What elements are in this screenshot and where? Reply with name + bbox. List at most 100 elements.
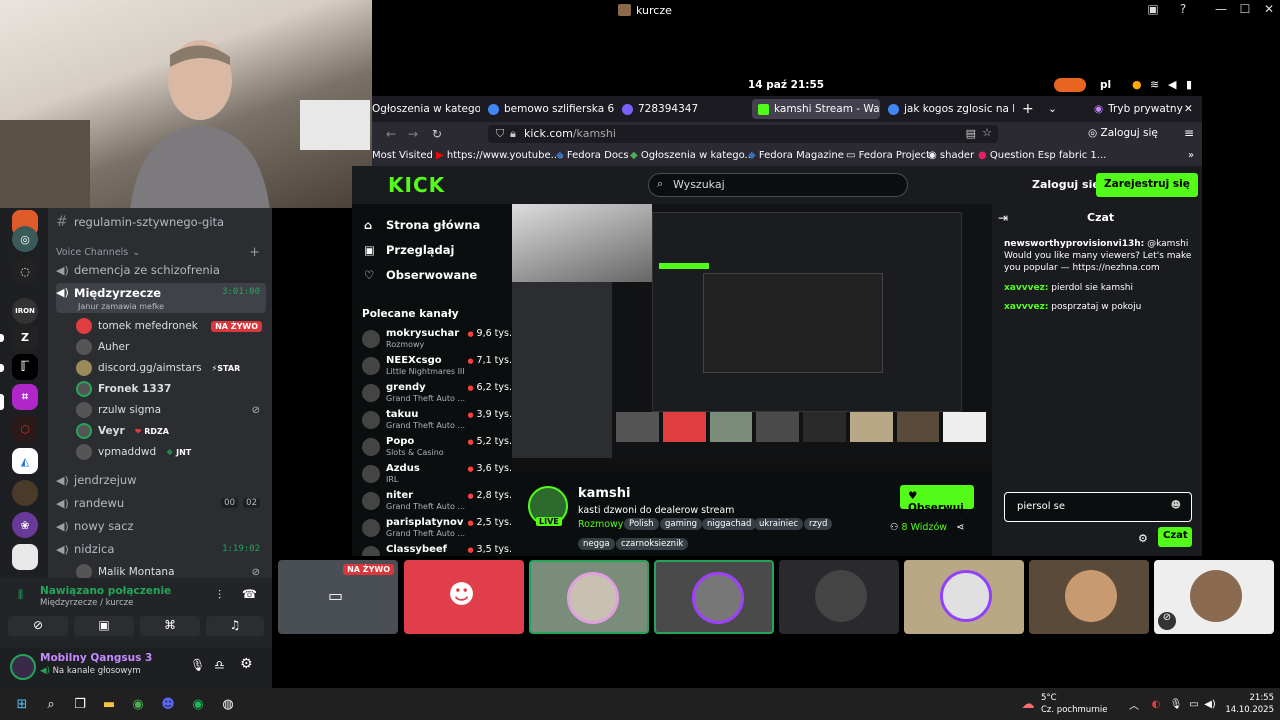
nav-following[interactable]: ♡ Obserwowane	[364, 268, 477, 282]
minimize-button[interactable]: —	[1210, 2, 1232, 16]
voice-user[interactable]: discord.gg/aimstars ⚡STAR	[76, 358, 266, 378]
account-button[interactable]: ◎ Zaloguj się	[1088, 127, 1158, 139]
tag[interactable]: niggachad	[702, 518, 757, 530]
tag[interactable]: ukrainiec	[754, 518, 804, 530]
voice-channel[interactable]: ◀) jendrzejuw	[56, 470, 266, 490]
connection-location[interactable]: Międzyrzecze / kurcze	[40, 598, 133, 608]
url-field[interactable]: ⛉ 🔒︎ kick.com/kamshi ▤ ☆	[488, 125, 998, 143]
stream-tile[interactable]: NA ŻYWO ▭	[278, 560, 398, 634]
bookmark-item[interactable]: ▭ Fedora Project	[846, 150, 930, 161]
bookmark-item[interactable]: ● Question Esp fabric 1...	[978, 150, 1106, 161]
wifi-icon[interactable]: ≋	[1150, 78, 1159, 91]
reload-icon[interactable]: ↻	[432, 127, 442, 141]
weather-icon[interactable]: ☁	[1018, 694, 1038, 714]
tag[interactable]: rzyd	[804, 518, 833, 530]
tag[interactable]: negga	[578, 538, 615, 550]
voice-user[interactable]: Fronek 1337	[76, 379, 266, 399]
voice-channel[interactable]: ◀) randewu 00 02	[56, 493, 266, 513]
chat-input[interactable]: piersol se ☻	[1004, 492, 1192, 522]
screen-icon[interactable]: ▣	[1142, 2, 1164, 16]
bookmark-item[interactable]: Most Visited	[372, 150, 433, 161]
temperature[interactable]: 5°C	[1041, 693, 1057, 703]
nav-home[interactable]: ⌂ Strona główna	[364, 218, 480, 232]
close-button[interactable]: ✕	[1258, 2, 1280, 16]
user-avatar[interactable]	[10, 654, 36, 680]
kick-login-button[interactable]: Zaloguj się	[1032, 178, 1100, 191]
bookmark-item[interactable]: ◆ Fedora Docs	[556, 150, 629, 161]
server-icon[interactable]	[12, 544, 38, 570]
volume-icon[interactable]: ◀	[1168, 78, 1176, 91]
tab-bemowo[interactable]: bemowo szlifierska 6	[488, 99, 614, 119]
activity-button[interactable]: ⌘	[140, 616, 200, 636]
noise-suppression-icon[interactable]: ⫶	[218, 588, 221, 603]
voice-user[interactable]: rzulw sigma ⊘	[76, 400, 266, 420]
settings-gear-icon[interactable]: ⚙	[240, 656, 253, 672]
connection-status[interactable]: Nawiązano połączenie	[40, 585, 171, 597]
taskbar-time[interactable]: 21:55	[1240, 693, 1275, 703]
voice-channel[interactable]: ◀) nidzica 1:19:02	[56, 539, 266, 559]
recommended-channel[interactable]: Classybeef3,5 tys.	[362, 544, 512, 556]
voice-user[interactable]: vpmaddwd ❖ JNT	[76, 442, 266, 462]
user-tile[interactable]	[904, 560, 1024, 634]
help-icon[interactable]: ?	[1172, 2, 1194, 16]
share-icon[interactable]: ⋖	[956, 522, 964, 533]
new-tab-icon[interactable]: +	[1022, 99, 1034, 119]
headphones-icon[interactable]: ♎	[214, 658, 225, 672]
voice-user[interactable]: tomek mefedronek NA ŻYWO	[76, 316, 266, 336]
server-icon[interactable]: ◎	[12, 226, 38, 252]
mic-icon[interactable]: ●	[1132, 78, 1142, 91]
recommended-channel[interactable]: mokrysucharRozmowy9,6 tys.	[362, 328, 512, 354]
forward-icon[interactable]: →	[408, 127, 418, 141]
recommended-channel[interactable]: AzdusIRL3,6 tys.	[362, 463, 512, 489]
voice-user[interactable]: Auher	[76, 337, 266, 357]
bookmark-item[interactable]: ◆ Fedora Magazine	[748, 150, 844, 161]
search-icon[interactable]: ⌕	[41, 694, 61, 714]
recommended-channel[interactable]: PopoSlots & Casino5,2 tys.	[362, 436, 512, 462]
tag[interactable]: czarnoksieznik	[616, 538, 689, 550]
signal-icon[interactable]: ⫼	[18, 588, 23, 602]
microphone-icon[interactable]: 🎙︎	[190, 658, 205, 672]
bookmark-item[interactable]: ◉ shader	[928, 150, 974, 161]
text-channel[interactable]: # regulamin-sztywnego-gita	[56, 212, 266, 232]
tray-app-icon[interactable]: ◐	[1146, 694, 1166, 714]
app-icon[interactable]: ◍	[218, 694, 238, 714]
more-bookmarks-icon[interactable]: »	[1188, 150, 1194, 161]
kick-register-button[interactable]: Zarejestruj się	[1096, 173, 1198, 197]
screen-share-button[interactable]: ▣	[74, 616, 134, 636]
voice-channel[interactable]: ◀) nowy sacz	[56, 516, 266, 536]
user-name[interactable]: Mobilny Qangsus 3	[40, 652, 152, 664]
user-tile[interactable]: ⊘	[1154, 560, 1274, 634]
server-icon[interactable]: IRON	[12, 298, 38, 324]
language-indicator[interactable]: pl	[1100, 79, 1111, 91]
disconnect-icon[interactable]: ☎	[242, 587, 257, 601]
tag[interactable]: Polish	[624, 518, 659, 530]
user-tile[interactable]	[654, 560, 774, 634]
tag[interactable]: gaming	[660, 518, 703, 530]
chat-send-button[interactable]: Czat	[1158, 527, 1192, 547]
user-tile[interactable]	[1029, 560, 1149, 634]
close-window-icon[interactable]: ✕	[1184, 99, 1193, 119]
tab-list-icon[interactable]: ⌄	[1048, 99, 1057, 119]
volume-icon[interactable]: ◀)	[1200, 694, 1220, 714]
voice-user[interactable]: Veyr ❤ RDZA	[76, 421, 266, 441]
server-icon[interactable]: ⌗	[12, 384, 38, 410]
back-icon[interactable]: ←	[386, 127, 396, 141]
maximize-button[interactable]: ☐	[1234, 2, 1256, 16]
soundboard-button[interactable]: ♫	[206, 616, 264, 636]
tab-zglosic[interactable]: jak kogos zglosic na k	[888, 99, 1014, 119]
user-tile[interactable]	[779, 560, 899, 634]
recommended-channel[interactable]: takuuGrand Theft Auto ...3,9 tys.	[362, 409, 512, 435]
kick-search-input[interactable]: ⌕ Wyszukaj	[648, 173, 908, 197]
reader-icon[interactable]: ▤	[966, 127, 976, 140]
start-icon[interactable]: ⊞	[12, 694, 32, 714]
file-explorer-icon[interactable]: ▬	[99, 694, 119, 714]
emoji-icon[interactable]: ☻	[1171, 500, 1181, 511]
nav-browse[interactable]: ▣ Przeglądaj	[364, 243, 454, 257]
chevron-up-icon[interactable]: ︿	[1124, 694, 1144, 714]
microphone-icon[interactable]: 🎙︎	[1166, 694, 1186, 714]
follow-button[interactable]: ♥ Obserwuj	[900, 485, 974, 514]
server-icon[interactable]: Z	[12, 324, 38, 350]
spotify-icon[interactable]: ◉	[188, 694, 208, 714]
voice-channels-header[interactable]: Voice Channels ⌄ +	[56, 242, 266, 262]
chat-settings-icon[interactable]: ⚙	[1138, 532, 1148, 545]
